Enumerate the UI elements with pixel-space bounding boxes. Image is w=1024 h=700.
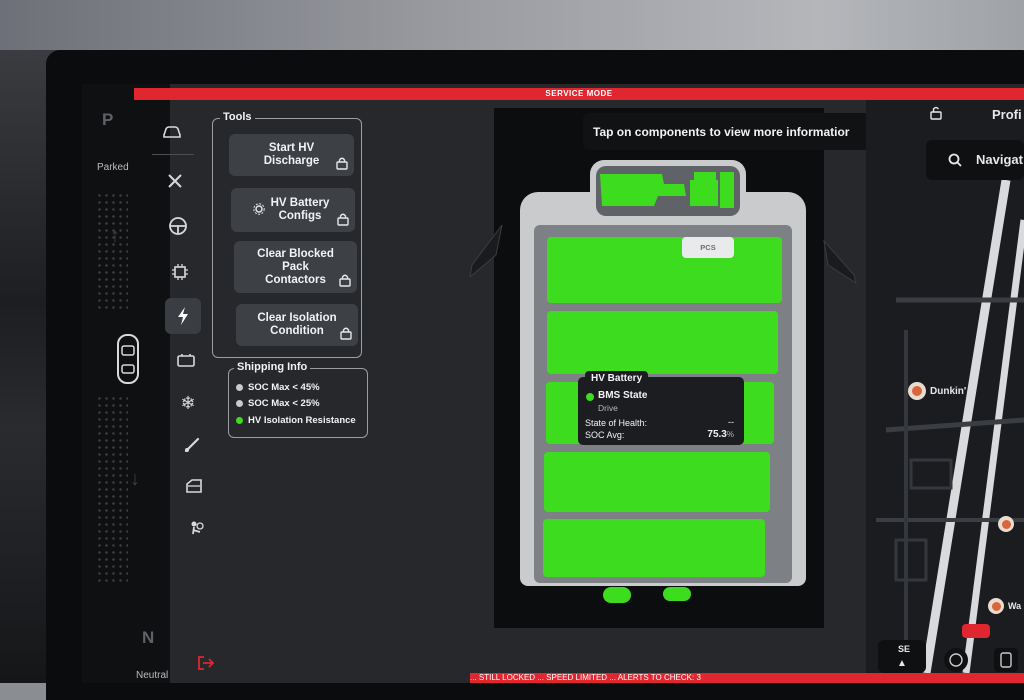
- lightning-bolt-icon[interactable]: [165, 298, 201, 334]
- clear-blocked-pack-contactors-button[interactable]: Clear Blocked Pack Contactors: [234, 241, 357, 293]
- profile-label[interactable]: Profi: [992, 107, 1022, 122]
- battery-module-4[interactable]: [544, 452, 770, 512]
- shipping-item: SOC Max < 25%: [236, 398, 320, 409]
- hv-battery-configs-label: HV Battery Configs: [270, 197, 330, 222]
- poi-badge-red[interactable]: [962, 624, 990, 638]
- left-mirror-shape: [469, 224, 503, 279]
- soc-value: 75.3: [707, 429, 727, 440]
- tools-title: Tools: [220, 111, 255, 123]
- front-components[interactable]: [598, 166, 740, 214]
- clear-isolation-condition-button[interactable]: Clear Isolation Condition: [236, 304, 358, 346]
- shipping-info-title: Shipping Info: [234, 361, 311, 373]
- clear-blocked-pack-contactors-label: Clear Blocked Pack Contactors: [257, 247, 334, 286]
- car-topview-icon: [117, 334, 139, 384]
- exit-service-icon[interactable]: [188, 645, 224, 681]
- gear-status-parked: Parked: [97, 162, 129, 173]
- info-banner-text: Tap on components to view more informati…: [593, 124, 850, 139]
- chip-icon[interactable]: [162, 254, 198, 290]
- shipping-item: HV Isolation Resistance: [236, 415, 356, 426]
- shipping-item: SOC Max < 45%: [236, 382, 320, 393]
- gear-status-neutral: Neutral: [136, 670, 169, 681]
- battery-module-1[interactable]: [547, 237, 782, 303]
- compass-button[interactable]: SE ▲: [878, 640, 926, 673]
- shipping-item-label: SOC Max < 45%: [248, 382, 320, 393]
- gear-dots-upper: [96, 192, 128, 312]
- unlock-icon[interactable]: [930, 106, 942, 120]
- right-mirror-shape: [823, 239, 857, 285]
- gear-n[interactable]: N: [142, 628, 154, 648]
- poi-label[interactable]: Wa: [1008, 601, 1021, 611]
- clear-isolation-condition-label: Clear Isolation Condition: [257, 312, 337, 337]
- hv-battery-popup-title: HV Battery: [585, 371, 649, 386]
- rear-motor-left[interactable]: [603, 587, 631, 603]
- navigation-arrow-icon: ▲: [897, 658, 907, 669]
- poi-pin-icon[interactable]: [908, 382, 926, 400]
- gear-p[interactable]: P: [102, 110, 113, 130]
- nav-divider: [152, 154, 194, 155]
- battery-module-5[interactable]: [543, 519, 765, 577]
- compass-heading: SE: [898, 644, 911, 654]
- tools-wrench-icon[interactable]: [157, 163, 193, 199]
- arrow-up-icon: ↑: [110, 225, 120, 247]
- steering-wheel-icon[interactable]: [160, 208, 196, 244]
- bottom-alert-bar: ... STILL LOCKED ... SPEED LIMITED ... A…: [470, 673, 1024, 683]
- battery-12v-icon[interactable]: [168, 342, 204, 378]
- hv-battery-configs-button[interactable]: HV Battery Configs: [231, 188, 355, 232]
- status-dot: [236, 400, 243, 407]
- search-icon: [948, 153, 962, 167]
- poi-dunkin-label[interactable]: Dunkin': [930, 386, 966, 397]
- shipping-item-label: SOC Max < 25%: [248, 398, 320, 409]
- service-mode-bar: SERVICE MODE: [134, 88, 1024, 100]
- bms-status-dot: [586, 393, 594, 401]
- bms-state-label: BMS State: [598, 390, 648, 401]
- airbag-icon[interactable]: [178, 510, 214, 546]
- map-layers-icon[interactable]: [994, 648, 1018, 672]
- pcs-badge[interactable]: PCS: [682, 237, 734, 258]
- start-hv-discharge-label: Start HV Discharge: [263, 142, 320, 167]
- config-gear-icon: [253, 203, 265, 215]
- soc-label: SOC Avg:: [585, 430, 625, 440]
- bms-state-value: Drive: [598, 403, 618, 413]
- info-banner: Tap on components to view more informati…: [583, 113, 893, 150]
- status-dot: [236, 384, 243, 391]
- nav-car-icon[interactable]: [154, 114, 190, 150]
- lock-icon: [340, 327, 352, 340]
- snowflake-icon[interactable]: ❄: [170, 385, 206, 421]
- gear-dots-lower: [96, 395, 128, 585]
- poi-pin-icon[interactable]: [998, 516, 1014, 532]
- wiper-icon[interactable]: [174, 427, 210, 463]
- globe-icon[interactable]: [944, 648, 968, 672]
- status-dot: [236, 417, 243, 424]
- lock-icon: [339, 274, 351, 287]
- arrow-down-icon: ↓: [130, 468, 140, 490]
- shipping-item-label: HV Isolation Resistance: [248, 415, 356, 426]
- map-search-box[interactable]: Navigat: [926, 140, 1024, 180]
- rear-motor-right[interactable]: [663, 587, 691, 601]
- door-icon[interactable]: [176, 468, 212, 504]
- map-search-input[interactable]: Navigat: [976, 152, 1023, 167]
- hv-battery-popup: BMS State Drive State of Health: -- SOC …: [578, 377, 744, 445]
- soh-label: State of Health:: [585, 418, 648, 428]
- soh-value: --: [728, 417, 734, 427]
- lock-icon: [337, 213, 349, 226]
- lock-icon: [336, 157, 348, 170]
- poi-pin-icon[interactable]: [988, 598, 1004, 614]
- soc-value-wrap: 75.3%: [707, 429, 734, 440]
- battery-module-2[interactable]: [547, 311, 778, 374]
- start-hv-discharge-button[interactable]: Start HV Discharge: [229, 134, 354, 176]
- soc-unit: %: [726, 430, 734, 439]
